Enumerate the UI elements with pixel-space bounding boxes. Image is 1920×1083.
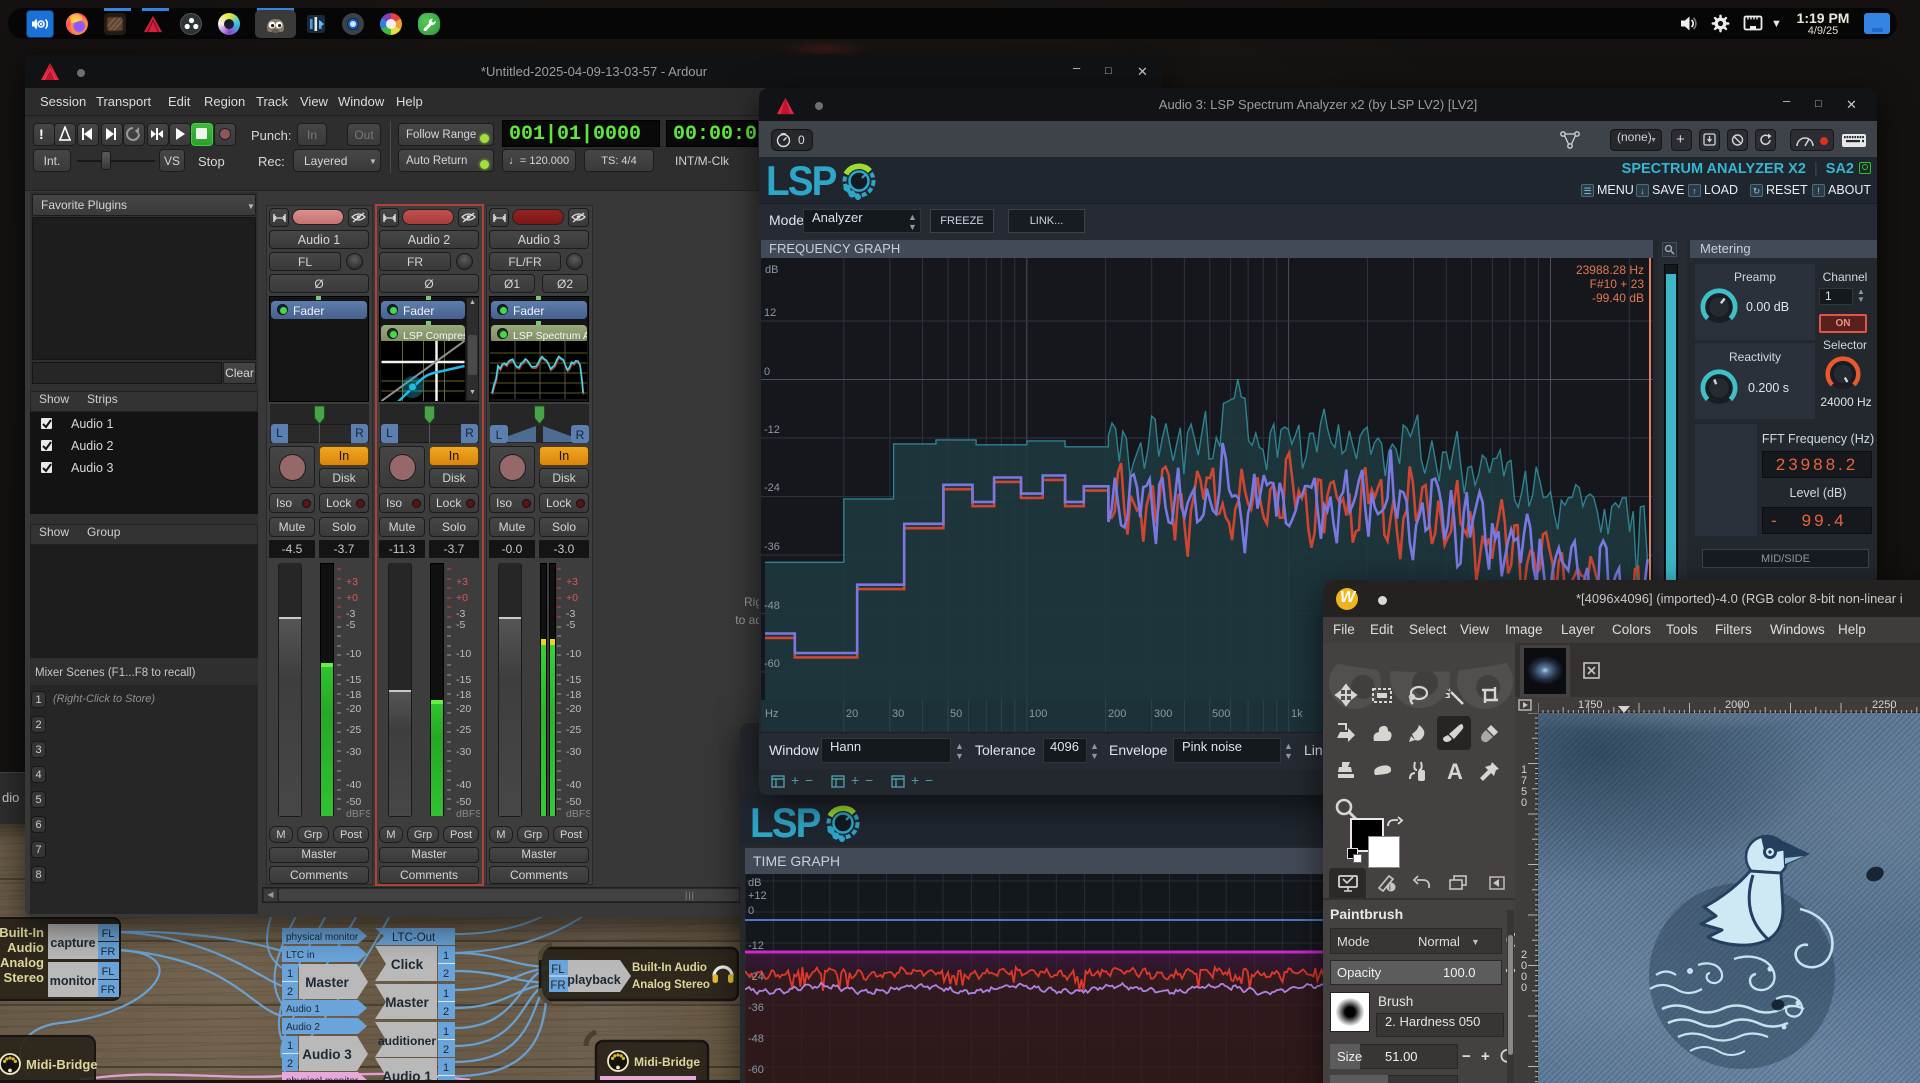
svg-text:dBFS: dBFS — [456, 808, 480, 818]
svg-text:-30: -30 — [346, 746, 361, 758]
svg-text:auditioner: auditioner — [378, 1034, 436, 1048]
svg-text:Audio 2: Audio 2 — [286, 1022, 320, 1033]
svg-text:-18: -18 — [456, 689, 471, 701]
svg-text:physical monitor: physical monitor — [286, 932, 359, 943]
svg-text:-50: -50 — [456, 796, 471, 808]
svg-text:-20: -20 — [456, 703, 471, 715]
svg-text:-30: -30 — [566, 746, 581, 758]
svg-text:2: 2 — [443, 1044, 449, 1056]
svg-text:-30: -30 — [456, 746, 471, 758]
svg-text:FL: FL — [551, 964, 565, 976]
svg-text:LSP: LSP — [766, 159, 837, 203]
svg-text:-15: -15 — [346, 674, 361, 686]
svg-text:-10: -10 — [346, 648, 361, 660]
svg-text:FR: FR — [550, 980, 565, 992]
svg-text:FR: FR — [101, 946, 116, 958]
svg-text:+0: +0 — [346, 592, 358, 604]
svg-text:2: 2 — [287, 986, 293, 998]
svg-text:R: R — [576, 428, 585, 442]
svg-text:-10: -10 — [456, 648, 471, 660]
svg-text:-25: -25 — [566, 724, 581, 736]
svg-text:-25: -25 — [456, 724, 471, 736]
svg-text:-10: -10 — [566, 648, 581, 660]
svg-text:-50: -50 — [346, 796, 361, 808]
svg-text:1: 1 — [287, 968, 293, 980]
svg-text:monitor: monitor — [50, 974, 97, 988]
svg-text:A: A — [1447, 759, 1463, 783]
svg-text:0: 0 — [1521, 797, 1527, 809]
svg-text:-18: -18 — [566, 689, 581, 701]
svg-text:Midi-Bridge: Midi-Bridge — [26, 1057, 98, 1072]
svg-text:i: i — [1389, 883, 1391, 892]
svg-text:1: 1 — [443, 1026, 449, 1038]
svg-text:Master: Master — [385, 995, 429, 1010]
svg-text:physical monitor: physical monitor — [286, 1076, 359, 1080]
svg-text:2: 2 — [443, 1006, 449, 1018]
svg-text:Audio 3: Audio 3 — [302, 1047, 352, 1062]
svg-text:FR: FR — [101, 984, 116, 996]
svg-text:FL: FL — [102, 966, 115, 978]
svg-text:dBFS: dBFS — [346, 808, 370, 818]
svg-text:Audio: Audio — [7, 940, 44, 955]
svg-text:-40: -40 — [566, 779, 581, 791]
svg-text:+3: +3 — [346, 576, 358, 588]
svg-text:+3: +3 — [566, 576, 578, 588]
svg-text:Master: Master — [305, 975, 349, 990]
svg-text:1: 1 — [287, 1040, 293, 1052]
svg-text:L: L — [496, 428, 503, 442]
svg-text:LTC in: LTC in — [286, 950, 315, 961]
svg-text:Analog: Analog — [0, 955, 44, 970]
svg-text:Audio 1: Audio 1 — [382, 1069, 432, 1080]
svg-text:-40: -40 — [346, 779, 361, 791]
svg-text:dBFS: dBFS — [566, 808, 590, 818]
svg-text:+3: +3 — [456, 576, 468, 588]
svg-text:Audio 1: Audio 1 — [286, 1004, 320, 1015]
svg-text:Stereo: Stereo — [4, 970, 45, 985]
svg-text:-5: -5 — [566, 619, 575, 631]
svg-text:-20: -20 — [566, 703, 581, 715]
svg-text:Analog Stereo: Analog Stereo — [632, 979, 710, 991]
svg-text:Click: Click — [391, 957, 424, 972]
svg-text:2: 2 — [287, 1058, 293, 1070]
svg-text:-20: -20 — [346, 703, 361, 715]
svg-text:Built-In Audio: Built-In Audio — [632, 962, 707, 974]
svg-text:Midi-Bridge: Midi-Bridge — [634, 1055, 700, 1069]
svg-text:FL: FL — [102, 928, 115, 940]
svg-text:+0: +0 — [456, 592, 468, 604]
svg-text:0: 0 — [1521, 982, 1527, 994]
svg-text:playback: playback — [567, 973, 621, 987]
svg-text:-5: -5 — [456, 619, 465, 631]
svg-text:-25: -25 — [346, 724, 361, 736]
svg-text:-50: -50 — [566, 796, 581, 808]
svg-text:LSP: LSP — [750, 801, 821, 845]
svg-text:1: 1 — [443, 950, 449, 962]
svg-text:capture: capture — [50, 936, 95, 950]
svg-text:-40: -40 — [456, 779, 471, 791]
svg-text:1: 1 — [443, 1062, 449, 1074]
svg-text:2000: 2000 — [1725, 699, 1749, 711]
svg-text:-18: -18 — [346, 689, 361, 701]
svg-text:1750: 1750 — [1578, 699, 1602, 711]
svg-text:-15: -15 — [566, 674, 581, 686]
svg-text:+0: +0 — [566, 592, 578, 604]
svg-text:LTC-Out: LTC-Out — [392, 932, 436, 944]
svg-text:2250: 2250 — [1872, 699, 1896, 711]
svg-text:-15: -15 — [456, 674, 471, 686]
svg-text:2: 2 — [443, 968, 449, 980]
svg-text:Built-In: Built-In — [0, 925, 44, 940]
svg-text:1: 1 — [443, 988, 449, 1000]
svg-text:-5: -5 — [346, 619, 355, 631]
